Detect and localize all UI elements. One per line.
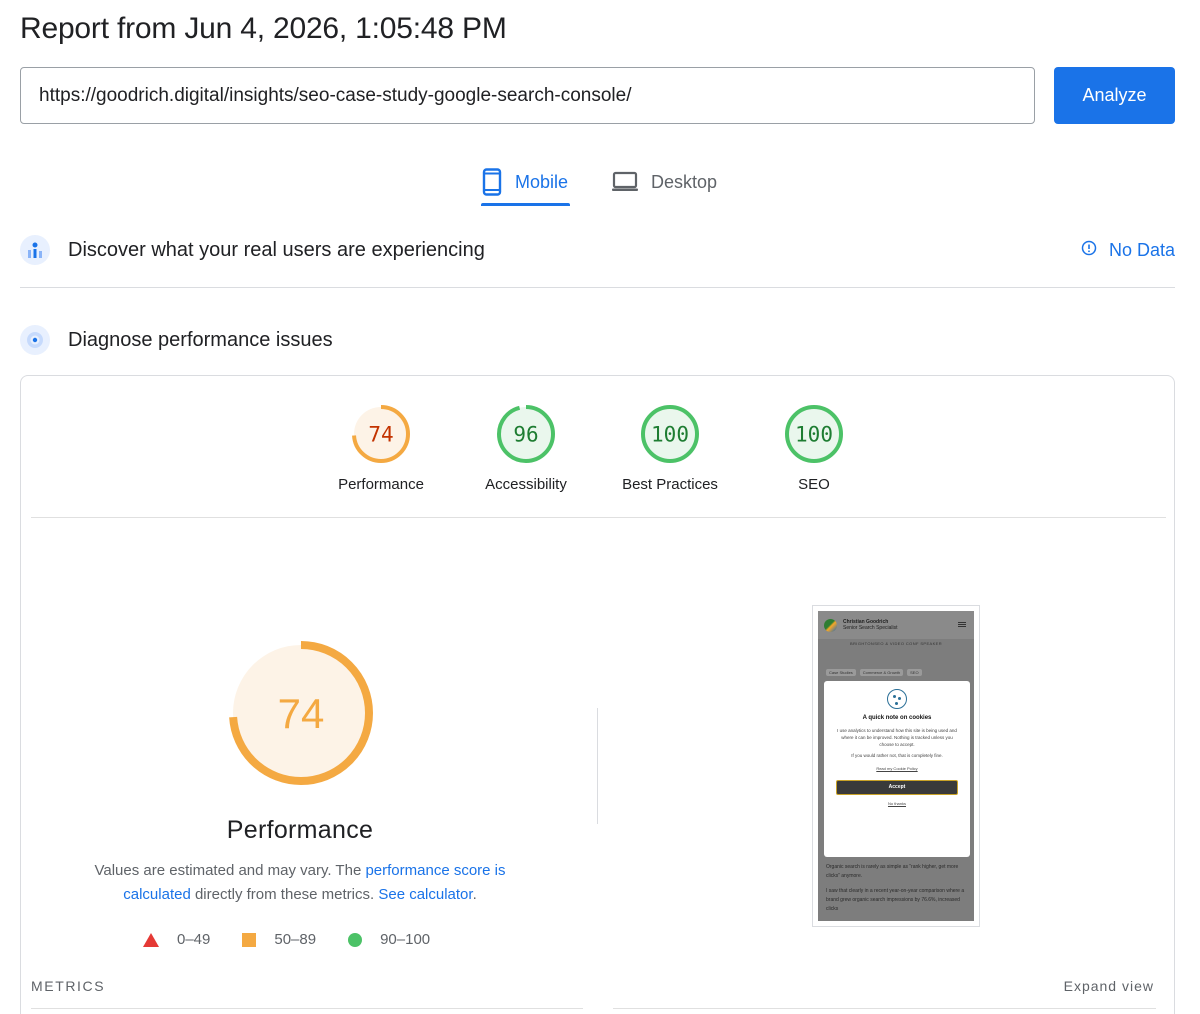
lab-data-header: Diagnose performance issues (20, 325, 333, 355)
section-divider (20, 287, 1175, 288)
square-icon (242, 932, 257, 947)
shot-paragraph: Organic search is rarely as simple as “r… (826, 864, 959, 879)
shot-decline-link: No thanks (887, 801, 906, 806)
smartphone-icon (481, 168, 503, 196)
report-card: 74 Performance 96 Accessibility 100 Best… (20, 375, 1175, 1014)
performance-big-score: 74 (278, 690, 325, 737)
screenshot-content: Christian Goodrich Senior Search Special… (818, 611, 974, 921)
tab-mobile-label: Mobile (515, 171, 569, 192)
shot-tag: Case Studies (826, 669, 856, 676)
legend-average: 50–89 (242, 931, 316, 948)
laptop-icon (611, 171, 639, 193)
shot-modal-text: I use analytics to understand how this s… (837, 728, 957, 747)
tab-mobile[interactable]: Mobile (481, 158, 571, 206)
shot-header: Christian Goodrich Senior Search Special… (818, 611, 974, 639)
shot-modal-title: A quick note on cookies (862, 715, 932, 721)
legend-range: 0–49 (177, 931, 211, 948)
gauge-accessibility[interactable]: 96 Accessibility (451, 404, 601, 493)
gauge-best-practices[interactable]: 100 Best Practices (595, 404, 745, 493)
shot-site-role: Senior Search Specialist (843, 625, 898, 631)
desc-prefix: Values are estimated and may vary. The (94, 862, 366, 879)
shot-cookie-modal: A quick note on cookies I use analytics … (824, 681, 970, 857)
performance-title: Performance (226, 816, 374, 844)
best-practices-score-ring: 100 (641, 405, 699, 463)
performance-score-number: 74 (368, 423, 393, 447)
hamburger-icon (958, 622, 966, 627)
legend-range: 50–89 (274, 931, 317, 948)
circle-icon (348, 932, 363, 947)
legend-pass: 90–100 (348, 931, 430, 948)
gauge-seo[interactable]: 100 SEO (739, 404, 889, 493)
gauge-label: Accessibility (485, 476, 567, 493)
score-legend: 0–49 50–89 90–100 (143, 931, 430, 948)
performance-big-gauge: 74 (226, 638, 376, 788)
diagnose-icon (20, 325, 50, 355)
desc-suffix: . (472, 886, 477, 903)
shot-site-name: Christian Goodrich Senior Search Special… (843, 619, 897, 631)
gauge-performance[interactable]: 74 Performance (306, 404, 456, 493)
shot-tags: Case Studies Commerce & Growth SEO (826, 669, 922, 676)
metrics-divider (31, 1008, 583, 1009)
shot-tag: Commerce & Growth (859, 669, 904, 676)
shot-banner: BRIGHTONSEO & VIDEO CONF SPEAKER (849, 641, 943, 646)
metrics-divider (613, 1008, 1156, 1009)
legend-fail: 0–49 (143, 931, 210, 948)
metrics-label: METRICS (31, 978, 106, 994)
shot-cookie-policy-link: Read my Cookie Policy (876, 766, 918, 771)
performance-score-ring: 74 (352, 405, 410, 463)
field-data-title: Discover what your real users are experi… (68, 238, 485, 261)
seo-score-number: 100 (795, 423, 833, 447)
gauge-label: Performance (338, 476, 424, 493)
seo-score-ring: 100 (785, 405, 843, 463)
tab-desktop[interactable]: Desktop (611, 158, 717, 206)
shot-modal-text: If you would rather not, that is complet… (851, 753, 943, 758)
legend-range: 90–100 (380, 931, 431, 948)
score-gauges: 74 Performance 96 Accessibility 100 Best… (21, 404, 1174, 504)
users-chart-icon (20, 235, 50, 265)
field-data-header: Discover what your real users are experi… (20, 235, 485, 265)
performance-description: Values are estimated and may vary. The p… (81, 859, 519, 907)
desc-mid: directly from these metrics. (190, 886, 379, 903)
report-title: Report from Jun 4, 2026, 1:05:48 PM (20, 12, 507, 45)
shot-accept-button: Accept (836, 780, 958, 795)
accessibility-score-number: 96 (513, 423, 538, 447)
site-logo-icon (824, 618, 837, 632)
tab-desktop-label: Desktop (651, 171, 718, 192)
page-screenshot: Christian Goodrich Senior Search Special… (812, 605, 980, 927)
shot-paragraph: I saw that clearly in a recent year-on-y… (826, 888, 965, 912)
shot-body: Organic search is rarely as simple as “r… (826, 863, 966, 920)
cookie-icon (887, 689, 907, 709)
no-data-label: No Data (1108, 240, 1175, 260)
vertical-separator (597, 708, 598, 824)
info-icon (1081, 240, 1097, 261)
lab-data-title: Diagnose performance issues (68, 328, 333, 351)
triangle-icon (143, 932, 159, 947)
shot-tag: SEO (907, 669, 922, 676)
expand-view-button[interactable]: Expand view (1064, 978, 1154, 994)
card-divider (31, 517, 1166, 518)
gauge-label: Best Practices (622, 476, 718, 493)
analyze-button[interactable]: Analyze (1054, 67, 1175, 124)
gauge-label: SEO (798, 476, 830, 493)
best-practices-score-number: 100 (651, 423, 689, 447)
no-data-link[interactable]: No Data (1081, 240, 1175, 261)
accessibility-score-ring: 96 (497, 405, 555, 463)
see-calculator-link[interactable]: See calculator (378, 886, 472, 903)
url-input[interactable] (20, 67, 1035, 124)
